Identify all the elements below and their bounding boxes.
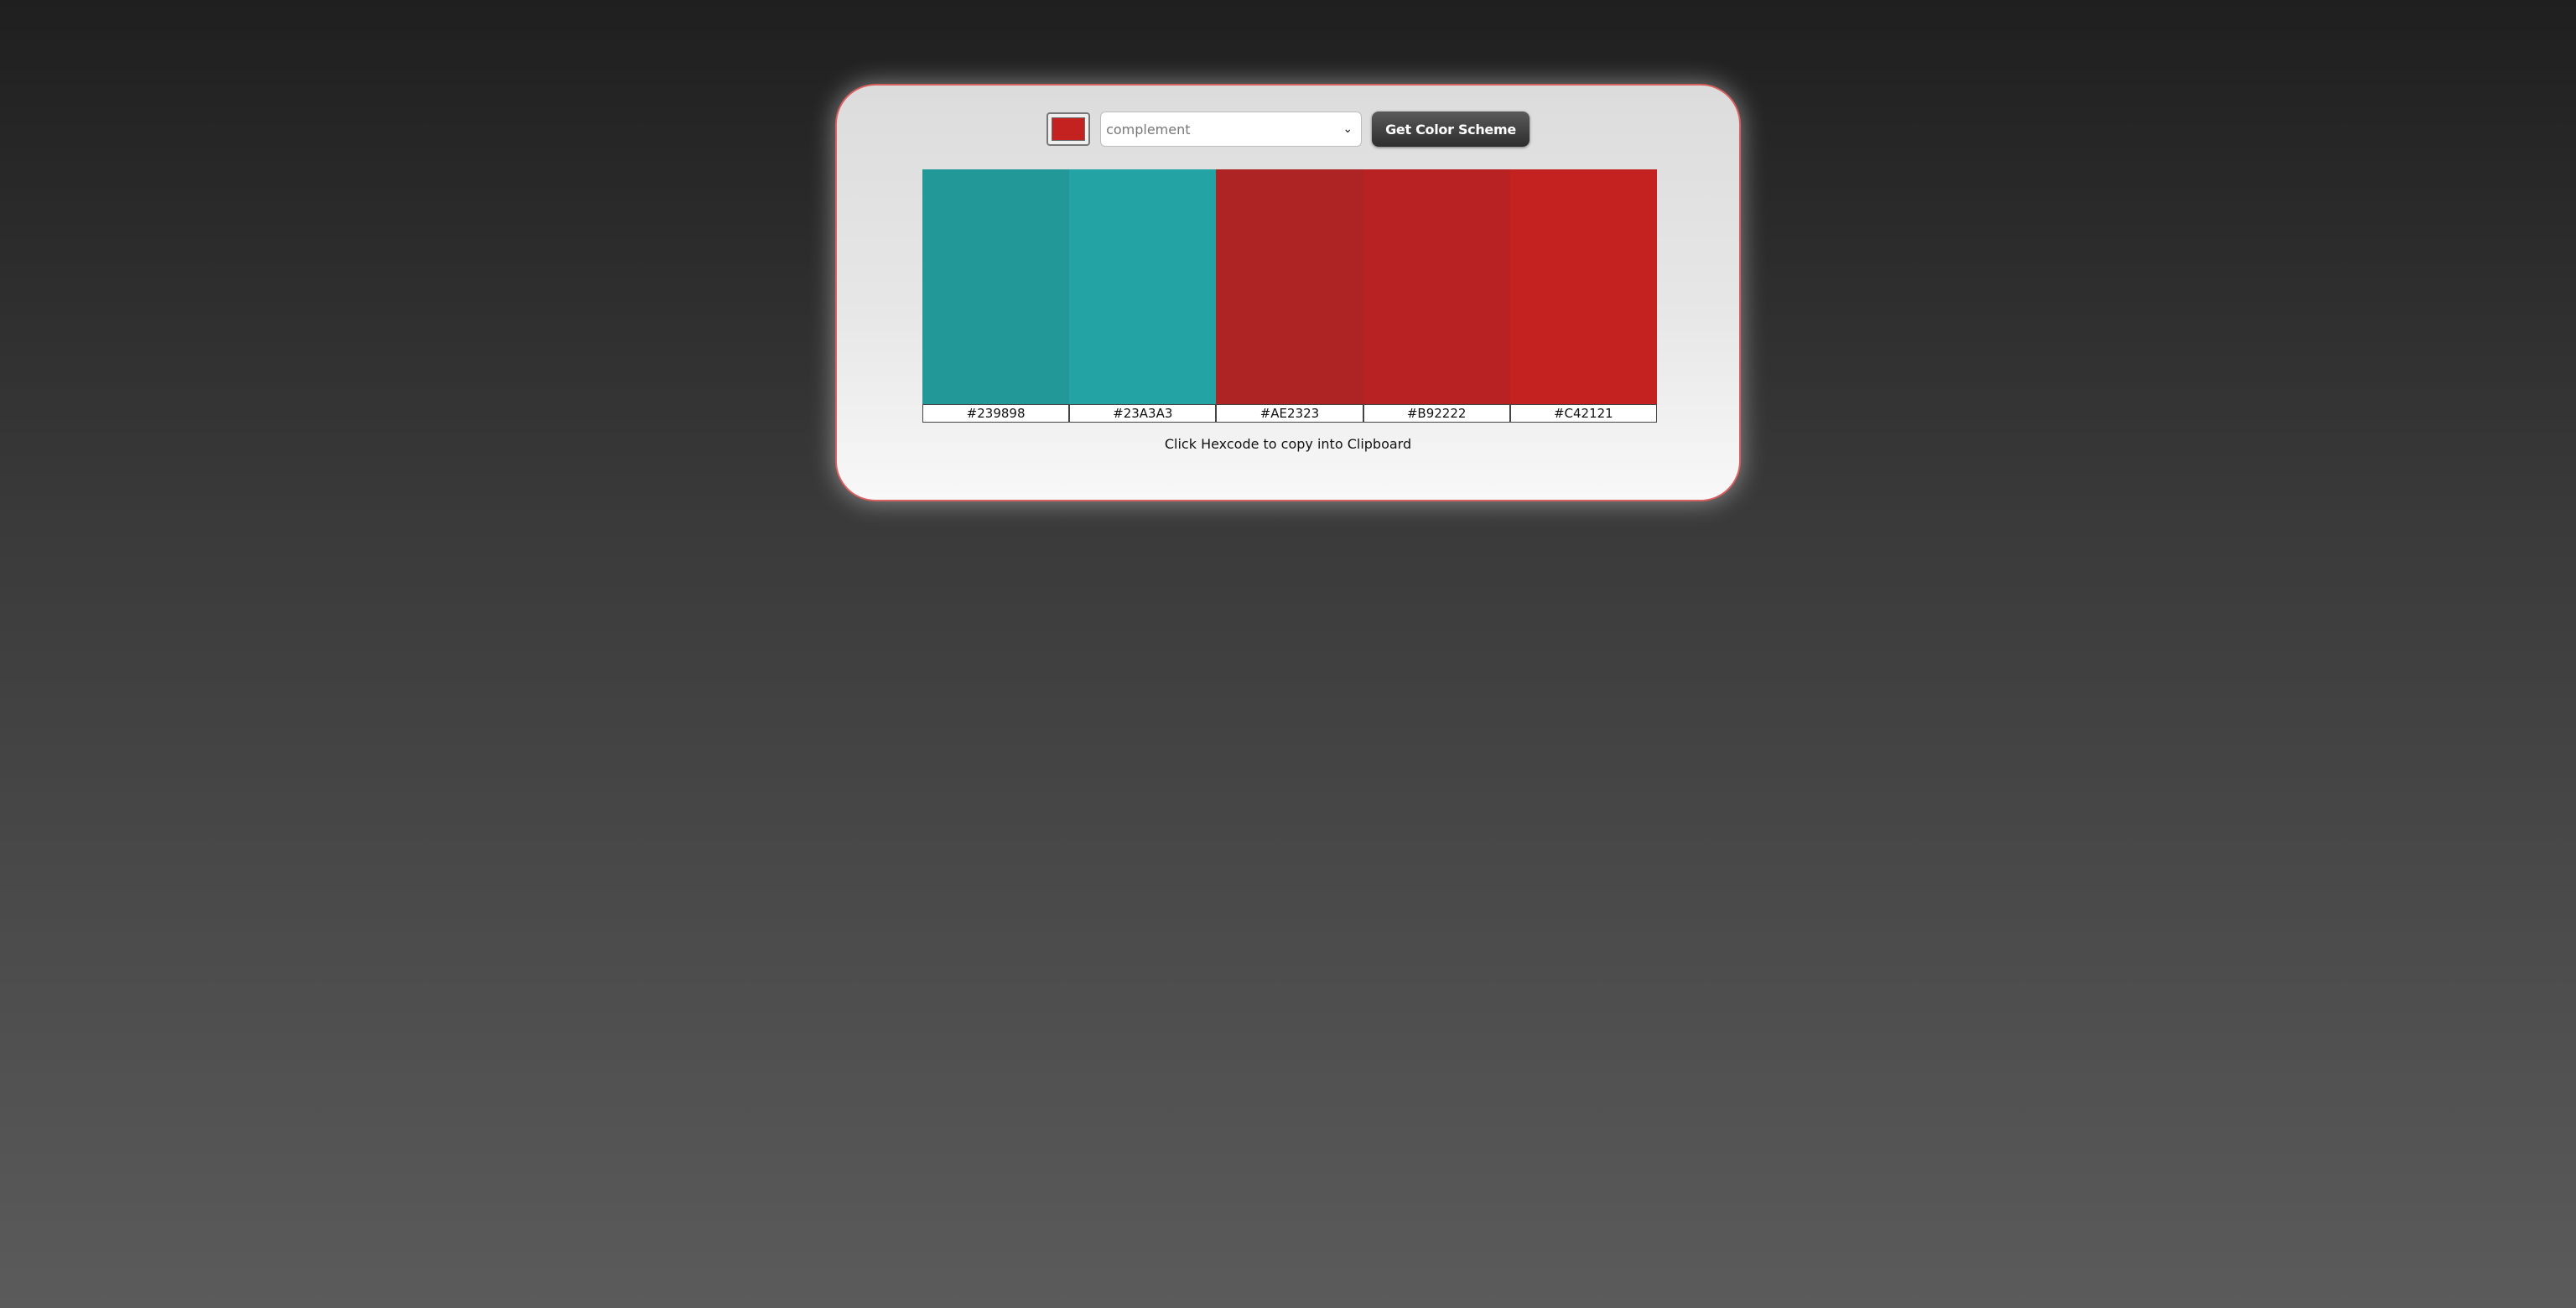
color-swatch xyxy=(1069,169,1217,404)
color-palette: #239898 #23A3A3 #AE2323 #B92222 #C42121 xyxy=(922,169,1657,423)
hex-code-label[interactable]: #B92222 xyxy=(1363,404,1510,423)
color-swatch xyxy=(1363,169,1510,404)
color-column: #239898 xyxy=(922,169,1070,423)
color-column: #AE2323 xyxy=(1216,169,1363,423)
seed-color-swatch xyxy=(1052,117,1086,141)
scheme-mode-value: complement xyxy=(1106,121,1191,138)
seed-color-picker[interactable] xyxy=(1046,112,1091,146)
color-scheme-card: complement ⌄ Get Color Scheme #239898 #2… xyxy=(835,84,1741,501)
hex-code-label[interactable]: #239898 xyxy=(922,404,1070,423)
color-swatch xyxy=(1509,169,1657,404)
chevron-down-icon: ⌄ xyxy=(1343,122,1353,136)
copy-hint-text: Click Hexcode to copy into Clipboard xyxy=(1164,436,1412,452)
hex-code-label[interactable]: #C42121 xyxy=(1509,404,1657,423)
get-color-scheme-button[interactable]: Get Color Scheme xyxy=(1372,112,1530,147)
color-swatch xyxy=(922,169,1070,404)
color-column: #B92222 xyxy=(1363,169,1510,423)
hex-code-label[interactable]: #AE2323 xyxy=(1216,404,1363,423)
scheme-mode-select[interactable]: complement ⌄ xyxy=(1100,112,1363,147)
color-swatch xyxy=(1216,169,1363,404)
color-column: #C42121 xyxy=(1509,169,1657,423)
controls-bar: complement ⌄ Get Color Scheme xyxy=(837,109,1739,149)
color-column: #23A3A3 xyxy=(1069,169,1217,423)
hex-code-label[interactable]: #23A3A3 xyxy=(1069,404,1217,423)
